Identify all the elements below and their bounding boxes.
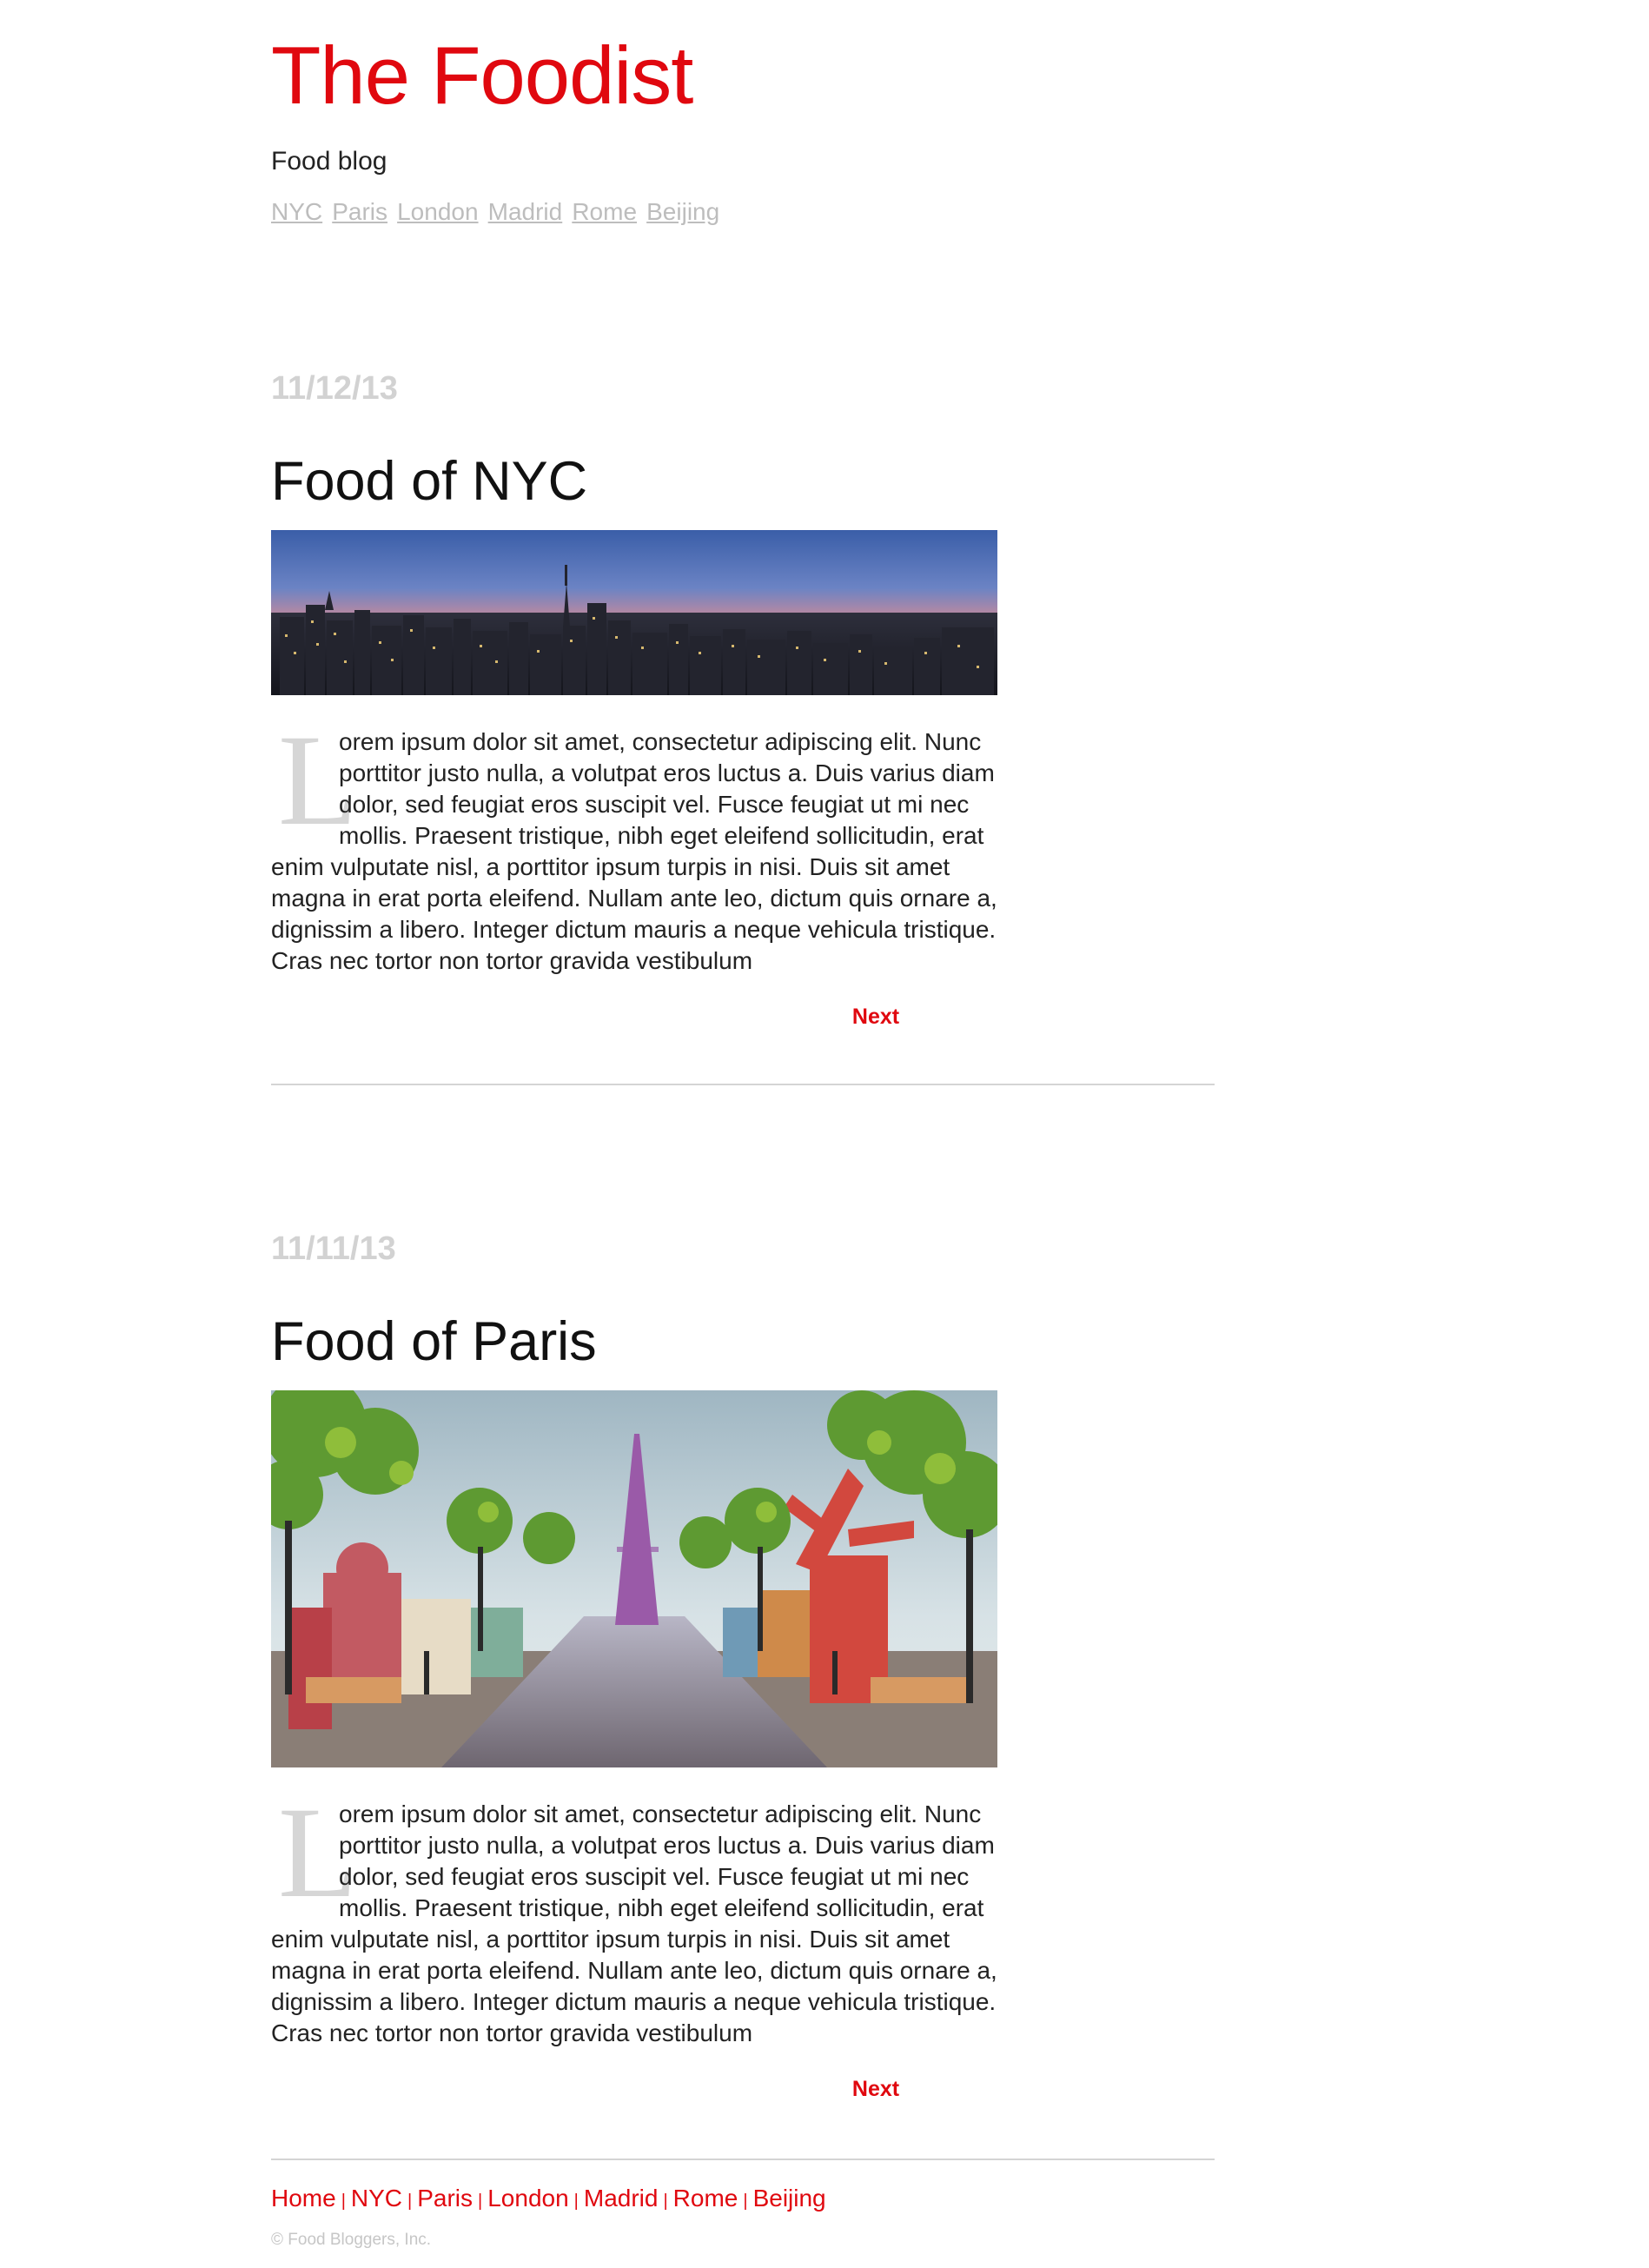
copyright-notice: © Food Bloggers, Inc. [271,2231,432,2249]
post-text: orem ipsum dolor sit amet, consectetur a… [271,728,997,974]
post-date: 11/11/13 [271,1230,396,1267]
top-nav-link-beijing[interactable]: Beijing [646,198,719,225]
drop-cap: L [278,1781,358,1925]
drop-cap: L [278,708,358,852]
footer-link-london[interactable]: London [487,2185,568,2212]
nyc-skyline-image [271,530,997,695]
post-body: L orem ipsum dolor sit amet, consectetur… [271,708,1018,977]
footer-separator: | [573,2192,579,2211]
footer-separator: | [478,2192,483,2211]
top-nav-link-paris[interactable]: Paris [332,198,387,225]
footer-divider [271,2159,1215,2160]
footer-link-rome[interactable]: Rome [673,2185,738,2212]
next-link[interactable]: Next [841,1003,911,1031]
footer-link-madrid[interactable]: Madrid [584,2185,659,2212]
top-nav-link-london[interactable]: London [397,198,478,225]
footer-nav: Home | NYC | Paris | London | Madrid | Rome | Beijin… [271,2183,826,2214]
next-link[interactable]: Next [841,2075,911,2103]
footer-separator: | [341,2192,346,2211]
top-nav: NYC Paris London Madrid Rome Beijing [271,195,725,229]
site-title[interactable]: The Foodist [271,28,693,123]
post-title[interactable]: Food of Paris [271,1309,597,1375]
footer-separator: | [743,2192,748,2211]
top-nav-link-nyc[interactable]: NYC [271,198,322,225]
footer-link-paris[interactable]: Paris [417,2185,473,2212]
post-text: orem ipsum dolor sit amet, consectetur a… [271,1800,997,2046]
post-divider [271,1084,1215,1085]
footer-separator: | [663,2192,668,2211]
site-tagline: Food blog [271,147,387,176]
footer-link-home[interactable]: Home [271,2185,336,2212]
footer-separator: | [407,2192,413,2211]
footer-link-beijing[interactable]: Beijing [753,2185,826,2212]
paris-food-landscape-image [271,1390,997,1767]
post-title[interactable]: Food of NYC [271,448,587,514]
top-nav-link-rome[interactable]: Rome [572,198,637,225]
top-nav-link-madrid[interactable]: Madrid [488,198,563,225]
footer-link-nyc[interactable]: NYC [351,2185,402,2212]
post-body: L orem ipsum dolor sit amet, consectetur… [271,1781,1018,2049]
post-date: 11/12/13 [271,370,398,407]
